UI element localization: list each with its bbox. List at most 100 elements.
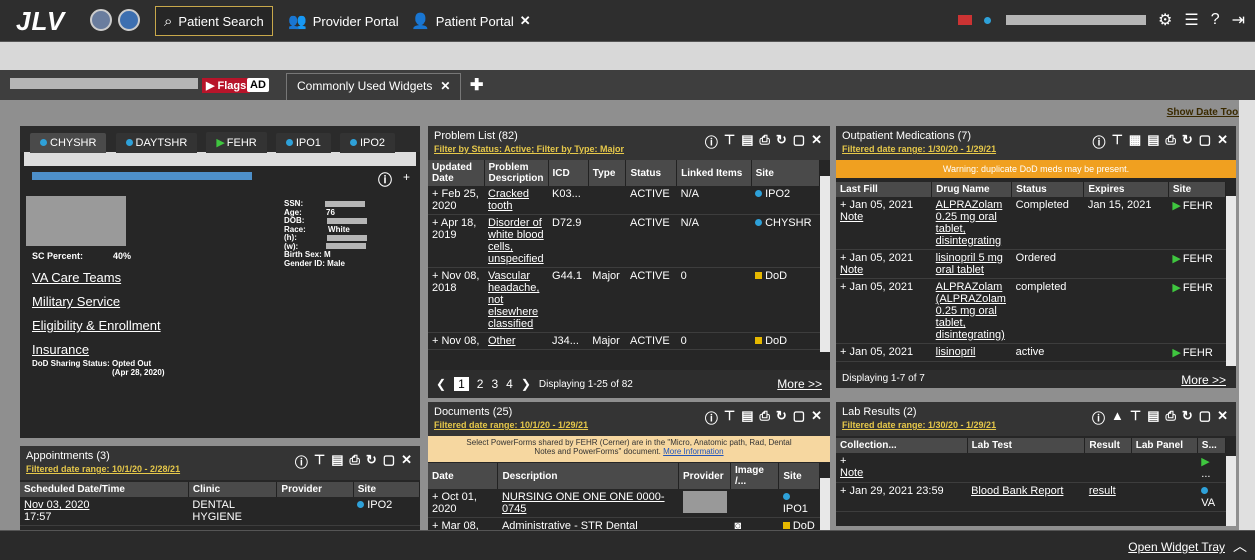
filter-icon[interactable]: ⊤ [1130,408,1141,427]
site-tab-fehr[interactable]: ▶ FEHR [206,132,267,153]
close-icon[interactable]: ✕ [440,79,450,95]
clipboard-icon[interactable]: ▤ [1147,132,1159,151]
eligibility-link[interactable]: Eligibility & Enrollment [32,314,161,338]
info-icon[interactable]: ⓘ [1093,132,1106,151]
refresh-icon[interactable]: ↻ [776,408,787,427]
column-header[interactable]: Clinic [188,482,278,497]
print-icon[interactable]: ⎙ [759,408,769,427]
column-header[interactable]: Provider [678,463,732,489]
filter-icon[interactable]: ⊤ [724,408,735,427]
print-icon[interactable]: ⎙ [349,452,359,471]
clipboard-icon[interactable]: ▤ [741,408,753,427]
expand-icon[interactable]: ▢ [1199,132,1211,151]
military-service-link[interactable]: Military Service [32,290,161,314]
table-row[interactable]: + Jan 29, 2021 23:59 Blood Bank Report res… [836,482,1226,512]
table-row[interactable]: + Jan 05, 2021 Note lisinopril 5 mg oral t… [836,249,1226,279]
page-scrollbar[interactable] [1239,100,1255,530]
page-button[interactable]: 3 [491,377,498,391]
clipboard-icon[interactable]: ▤ [1147,408,1159,427]
info-icon[interactable]: ⓘ [378,170,392,190]
va-care-teams-link[interactable]: VA Care Teams [32,266,161,290]
site-tab-ipo1[interactable]: IPO1 [275,133,331,153]
table-row[interactable]: + Nov 08, Other J34... Major ACTIVE 0 DoD [428,332,820,350]
table-row[interactable]: + Note ▶... [836,453,1226,483]
site-tab-chyshr[interactable]: CHYSHR [30,133,107,153]
next-page-icon[interactable]: ❯ [521,377,531,391]
prev-page-icon[interactable]: ❮ [436,377,446,391]
table-row[interactable]: + Apr 18, 2019 Disorder of white blood ce… [428,214,820,268]
page-button[interactable]: 1 [454,377,469,391]
site-tab-daytshr[interactable]: DAYTSHR [115,133,198,153]
column-header[interactable]: Problem Description [484,160,549,186]
column-header[interactable]: Last Fill [836,182,933,197]
column-header[interactable]: ICD [548,160,589,186]
add-tab-icon[interactable]: ✚ [470,75,483,95]
table-row[interactable]: + Jan 05, 2021 lisinopril active ▶ FEHR [836,343,1226,362]
table-row[interactable]: + Jan 05, 2021 ALPRAZolam (ALPRAZolam 0.2… [836,278,1226,344]
tab-provider-portal[interactable]: 👥 Provider Portal [280,6,407,36]
camera-icon[interactable]: ◙ [730,517,779,530]
table-row[interactable]: + Feb 25, 2020 Cracked tooth K03... ACTIVE N… [428,186,820,215]
column-header[interactable]: Description [497,463,680,489]
vertical-scrollbar[interactable] [1226,456,1236,526]
close-icon[interactable]: ✕ [520,13,531,29]
more-link[interactable]: More >> [1181,373,1226,387]
expand-icon[interactable]: ▢ [1199,408,1211,427]
refresh-icon[interactable]: ↻ [1182,408,1193,427]
close-icon[interactable]: ✕ [811,132,822,151]
column-header[interactable]: Site [778,463,820,489]
help-icon[interactable]: ? [1211,11,1220,29]
chevron-up-icon[interactable]: ︿ [1233,536,1247,556]
column-header[interactable]: Site [1168,182,1227,197]
vertical-scrollbar[interactable] [1226,196,1236,366]
info-icon[interactable]: ⓘ [1092,408,1105,427]
table-row[interactable]: + Nov 08, 2018 Vascular headache, not els… [428,267,820,333]
print-icon[interactable]: ⎙ [759,132,769,151]
column-header[interactable]: Provider [276,482,354,497]
column-header[interactable]: Image /... [730,463,780,489]
page-button[interactable]: 2 [477,377,484,391]
close-icon[interactable]: ✕ [1217,408,1228,427]
column-header[interactable]: Linked Items [676,160,752,186]
refresh-icon[interactable]: ↻ [776,132,787,151]
filter-icon[interactable]: ⊤ [724,132,735,151]
expand-icon[interactable]: ▢ [793,408,805,427]
chart-icon[interactable]: ▲ [1111,408,1124,427]
clipboard-icon[interactable]: ▤ [331,452,343,471]
column-header[interactable]: S... [1197,438,1227,453]
info-icon[interactable]: ⓘ [295,452,308,471]
expand-icon[interactable]: ▢ [383,452,395,471]
column-header[interactable]: Lab Test [967,438,1086,453]
column-header[interactable]: Type [588,160,627,186]
table-row[interactable]: + Oct 01, 2020 NURSING ONE ONE ONE 0000-0… [428,489,820,518]
table-row[interactable]: + Mar 08, 2017Administrative - STR Denta… [428,517,820,530]
vertical-scrollbar[interactable] [820,478,830,530]
column-header[interactable]: Status [625,160,678,186]
filter-icon[interactable]: ⊤ [314,452,325,471]
expand-icon[interactable]: ▢ [793,132,805,151]
vertical-scrollbar[interactable] [820,176,830,352]
column-header[interactable]: Lab Panel [1131,438,1198,453]
logout-icon[interactable]: ⇥ [1232,10,1245,30]
tab-patient-search[interactable]: ⌕ Patient Search [155,6,273,36]
print-icon[interactable]: ⎙ [1165,132,1175,151]
calendar-icon[interactable]: ▦ [1129,132,1141,151]
column-header[interactable]: Site [751,160,821,186]
advance-directive-badge[interactable]: AD [247,78,269,92]
table-row[interactable]: Nov 03, 2020 17:57 DENTAL HYGIENE IPO2 [20,497,420,526]
show-date-tool-link[interactable]: Show Date Tool [1167,107,1241,118]
refresh-icon[interactable]: ↻ [1182,132,1193,151]
tab-commonly-used-widgets[interactable]: Commonly Used Widgets ✕ [286,73,462,100]
page-button[interactable]: 4 [506,377,513,391]
info-icon[interactable]: ⓘ [705,132,718,151]
site-tab-ipo2[interactable]: IPO2 [339,133,396,153]
horizontal-scrollbar[interactable] [24,152,416,166]
close-icon[interactable]: ✕ [1217,132,1228,151]
column-header[interactable]: Expires [1083,182,1169,197]
tab-patient-portal[interactable]: 👤 Patient Portal ✕ [403,6,539,36]
column-header[interactable]: Site [353,482,420,497]
filter-icon[interactable]: ⊤ [1112,132,1123,151]
clipboard-icon[interactable]: ▤ [741,132,753,151]
open-widget-tray-link[interactable]: Open Widget Tray [1128,540,1225,554]
column-header[interactable]: Status [1011,182,1085,197]
